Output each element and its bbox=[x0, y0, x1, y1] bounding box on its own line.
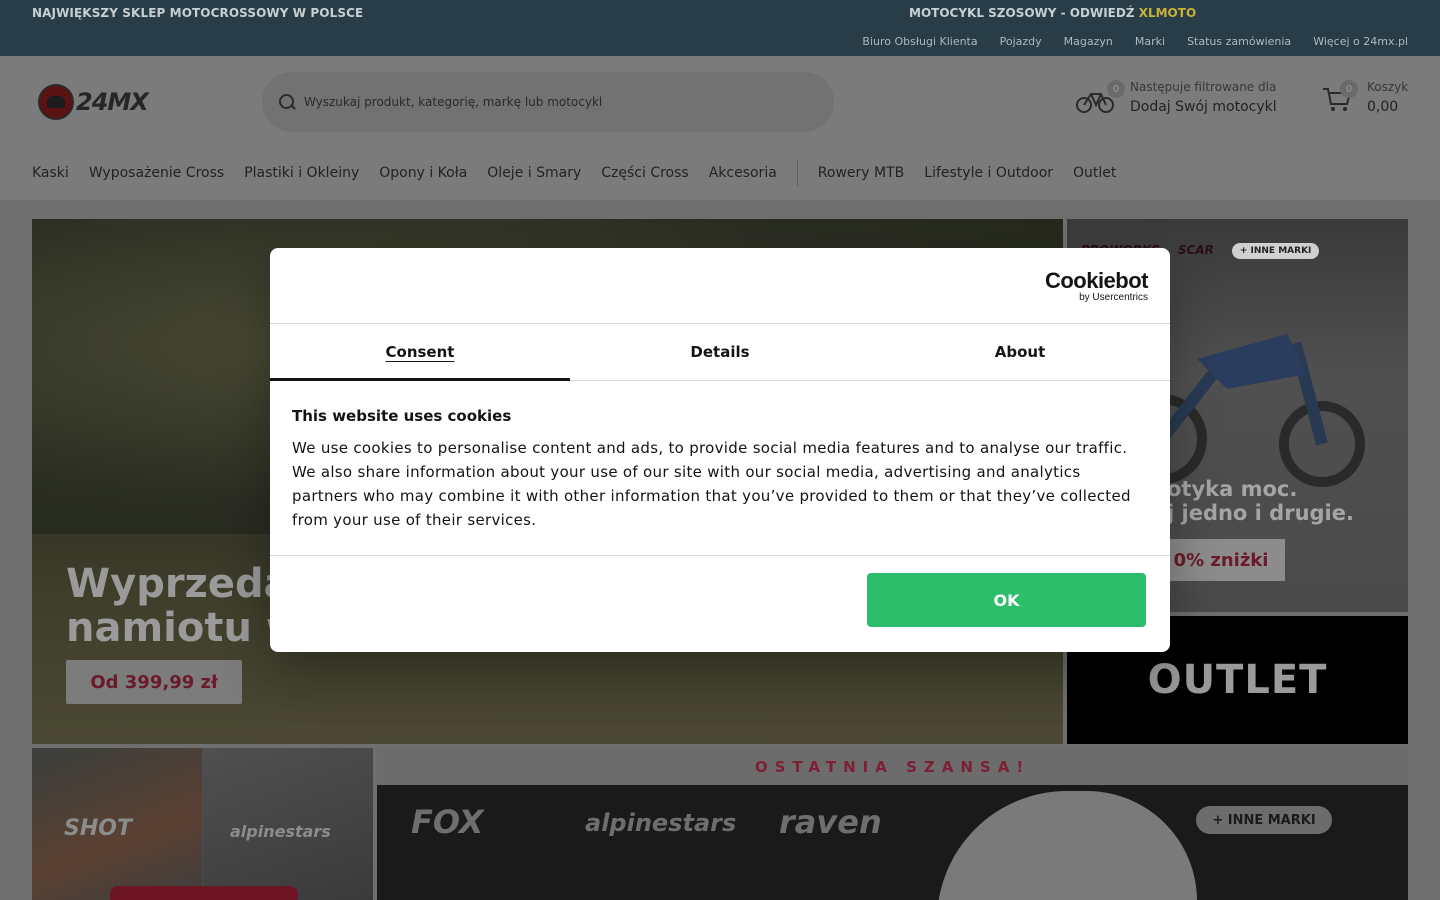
top-links: Biuro Obsługi Klienta Pojazdy Magazyn Ma… bbox=[862, 35, 1408, 48]
top-link-customer-service[interactable]: Biuro Obsługi Klienta bbox=[862, 35, 977, 48]
hero-headline-line2: namiotu w bbox=[66, 605, 303, 651]
cart-total: 0,00 bbox=[1367, 99, 1399, 115]
hero-headline: Wyprzeda namiotu w bbox=[66, 562, 303, 650]
last-chance-heading: OSTATNIA SZANSA! bbox=[377, 748, 1408, 785]
xlmoto-highlight[interactable]: XLMOTO bbox=[1139, 6, 1196, 20]
top-link-order-status[interactable]: Status zamówienia bbox=[1187, 35, 1291, 48]
top-link-magazine[interactable]: Magazyn bbox=[1064, 35, 1113, 48]
tab-details-label: Details bbox=[690, 343, 750, 361]
side-promo-line1: otyka moc. bbox=[1167, 477, 1298, 501]
brands-banner-more-badge[interactable]: + INNE MARKI bbox=[1196, 806, 1332, 834]
cookiebot-logo: Cookiebot by Usercentrics bbox=[1044, 268, 1149, 304]
nav-item-outlet[interactable]: Outlet bbox=[1073, 165, 1116, 181]
top-link-more-about[interactable]: Więcej o 24mx.pl bbox=[1313, 35, 1408, 48]
search-bar[interactable] bbox=[262, 72, 834, 132]
top-bar: NAJWIĘKSZY SKLEP MOTOCROSSOWY W POLSCE M… bbox=[0, 0, 1440, 56]
brand-duo-button[interactable] bbox=[110, 886, 298, 900]
site-logo[interactable]: 24MX bbox=[38, 83, 178, 121]
cookiebot-by: by Usercentrics bbox=[1079, 292, 1148, 303]
tab-about-label: About bbox=[994, 343, 1046, 361]
nav-item-plastics[interactable]: Plastiki i Okleiny bbox=[244, 165, 359, 181]
nav-item-cross-gear[interactable]: Wyposażenie Cross bbox=[89, 165, 224, 181]
brand-scar: SCAR bbox=[1177, 243, 1214, 257]
search-icon bbox=[278, 93, 296, 111]
tab-consent[interactable]: Consent bbox=[270, 324, 570, 381]
brands-banner[interactable]: FOX alpinestars raven + INNE MARKI bbox=[377, 785, 1408, 900]
logo-wordmark: 24MX bbox=[76, 88, 149, 116]
tab-consent-label: Consent bbox=[385, 343, 455, 361]
alpinestars-logo: alpinestars bbox=[230, 822, 331, 841]
cookie-ok-button[interactable]: OK bbox=[867, 573, 1146, 627]
logo-helmet-icon bbox=[38, 84, 74, 120]
shot-logo: SHOT bbox=[64, 816, 132, 841]
cart-label: Koszyk bbox=[1367, 80, 1409, 94]
cookie-heading: This website uses cookies bbox=[292, 407, 512, 425]
cookie-body-text: We use cookies to personalise content an… bbox=[292, 439, 1131, 529]
nav-item-oils[interactable]: Oleje i Smary bbox=[487, 165, 581, 181]
tab-about[interactable]: About bbox=[870, 324, 1170, 380]
cookiebot-name: Cookiebot bbox=[1044, 268, 1149, 293]
side-promo-line2: j jedno i drugie. bbox=[1167, 501, 1354, 525]
add-bike-label: Dodaj Swój motocykl bbox=[1130, 99, 1277, 115]
top-link-brands[interactable]: Marki bbox=[1135, 35, 1165, 48]
xlmoto-promo-prefix: MOTOCYKL SZOSOWY - ODWIEDŹ bbox=[909, 6, 1135, 20]
hero-price-button[interactable]: Od 399,99 zł bbox=[66, 660, 242, 704]
search-input[interactable] bbox=[304, 95, 784, 109]
top-promo-text: NAJWIĘKSZY SKLEP MOTOCROSSOWY W POLSCE bbox=[32, 6, 364, 20]
cookie-tabs: Consent Details About bbox=[270, 323, 1170, 381]
tab-details[interactable]: Details bbox=[570, 324, 870, 380]
nav-item-parts[interactable]: Części Cross bbox=[601, 165, 688, 181]
site-header: 24MX 0 Następuje filtrowane dla Dodaj Sw… bbox=[0, 56, 1440, 200]
bike-count-badge: 0 bbox=[1107, 80, 1125, 98]
more-brands-badge: + INNE MARKI bbox=[1231, 243, 1320, 259]
add-bike-widget[interactable]: 0 Następuje filtrowane dla Dodaj Swój mo… bbox=[1075, 78, 1285, 128]
hero-headline-line1: Wyprzeda bbox=[66, 561, 291, 607]
nav-item-accessories[interactable]: Akcesoria bbox=[709, 165, 777, 181]
nav-item-mtb[interactable]: Rowery MTB bbox=[818, 165, 904, 181]
side-promo-discount-button[interactable]: 0% zniżki bbox=[1157, 539, 1285, 581]
cookie-consent-dialog: Cookiebot by Usercentrics Consent Detail… bbox=[270, 248, 1170, 652]
helmet-image bbox=[937, 791, 1197, 900]
cookie-footer-divider bbox=[270, 555, 1170, 556]
cart-widget[interactable]: 0 Koszyk 0,00 bbox=[1322, 78, 1422, 128]
cart-count-badge: 0 bbox=[1340, 80, 1358, 98]
main-nav: Kaski Wyposażenie Cross Plastiki i Oklei… bbox=[32, 160, 1136, 186]
bike-filter-label: Następuje filtrowane dla bbox=[1130, 80, 1277, 94]
xlmoto-promo-link[interactable]: MOTOCYKL SZOSOWY - ODWIEDŹ XLMOTO bbox=[909, 6, 1196, 20]
raven-logo: raven bbox=[779, 803, 882, 841]
nav-item-lifestyle[interactable]: Lifestyle i Outdoor bbox=[924, 165, 1053, 181]
nav-divider bbox=[796, 160, 798, 186]
nav-item-tyres[interactable]: Opony i Koła bbox=[379, 165, 467, 181]
top-link-vehicles[interactable]: Pojazdy bbox=[1000, 35, 1042, 48]
fox-logo: FOX bbox=[411, 803, 484, 841]
alpinestars-brand-logo: alpinestars bbox=[585, 809, 737, 837]
nav-item-helmets[interactable]: Kaski bbox=[32, 165, 69, 181]
brand-duo-banner[interactable]: SHOT alpinestars bbox=[32, 748, 373, 900]
